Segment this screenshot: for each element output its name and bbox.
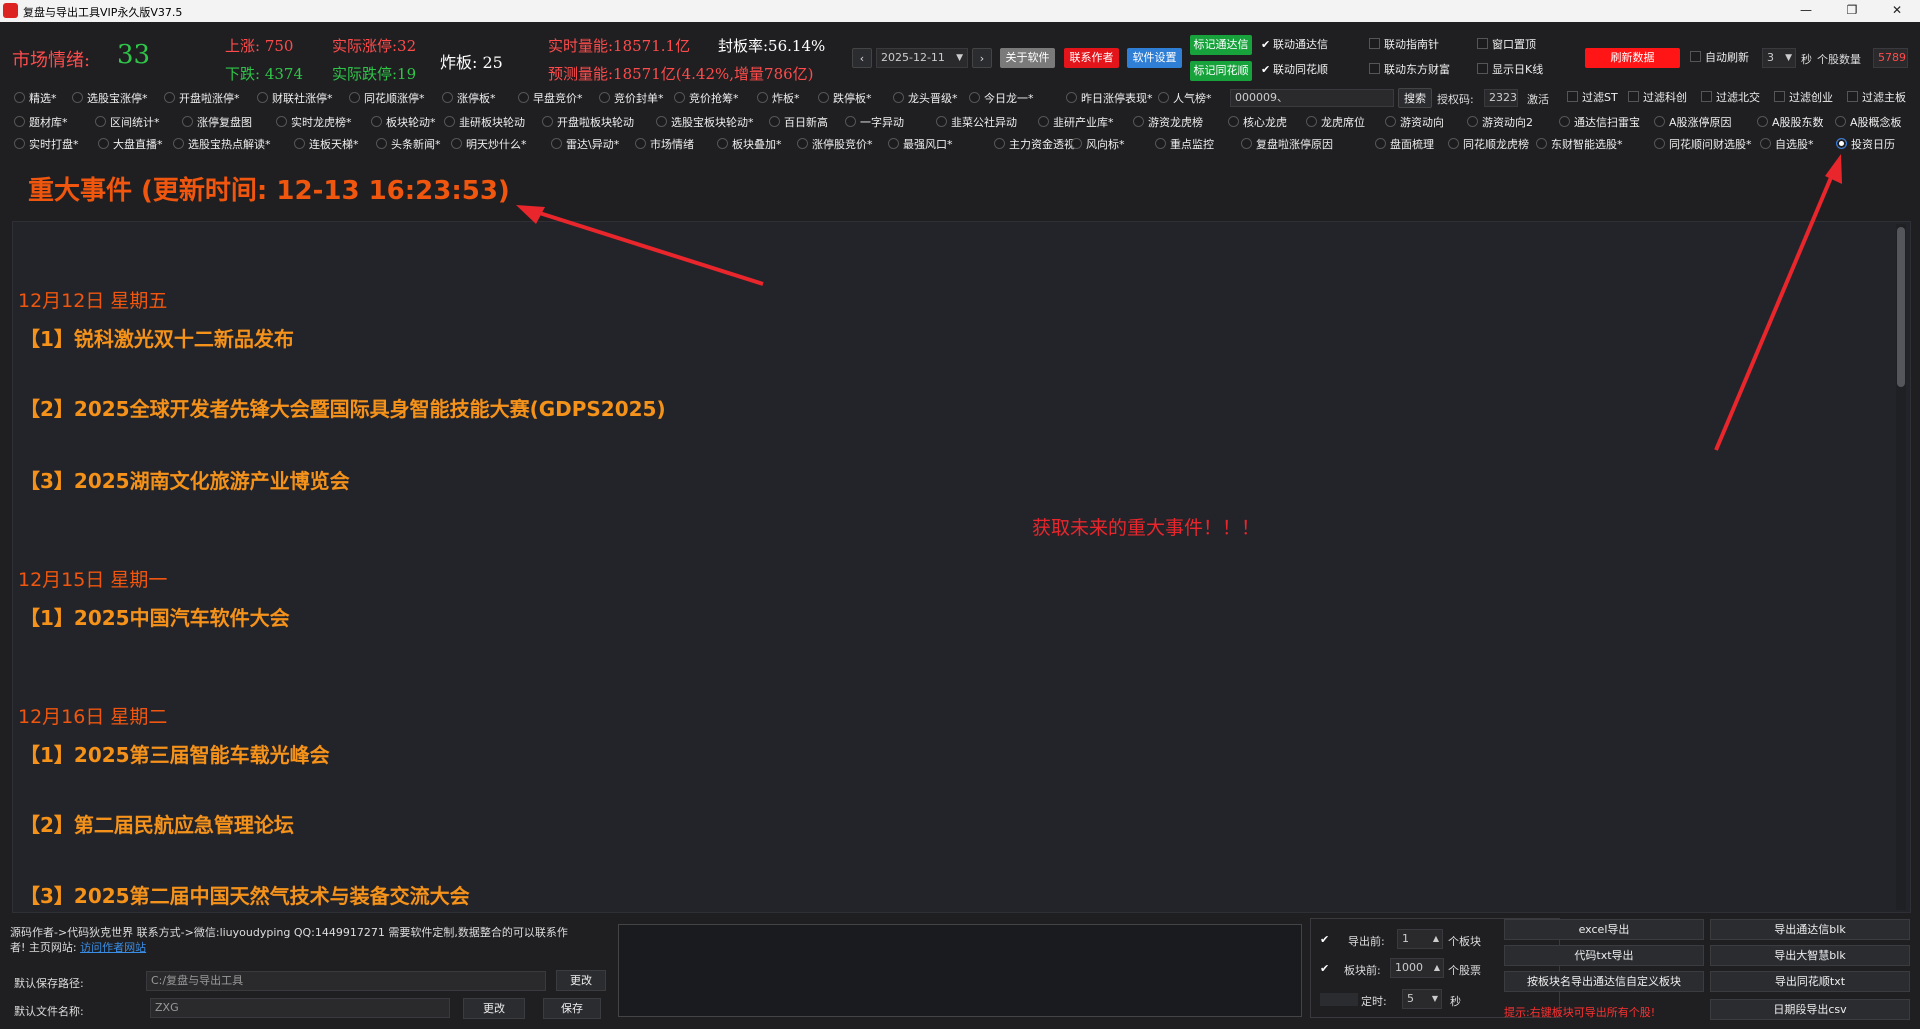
save-path-input[interactable]: C:/复盘与导出工具 xyxy=(146,971,546,991)
save-button[interactable]: 保存 xyxy=(543,998,601,1019)
export-top-input[interactable]: 1 ▲ xyxy=(1397,929,1443,949)
export-top-checkbox[interactable]: ✔ xyxy=(1320,932,1332,948)
change-name-button[interactable]: 更改 xyxy=(463,998,525,1019)
excel-export-button[interactable]: excel导出 xyxy=(1504,919,1704,940)
dzh-blk-export-button[interactable]: 导出大智慧blk xyxy=(1710,945,1910,966)
save-path-label: 默认保存路径: xyxy=(14,977,84,990)
author-website-link[interactable]: 访问作者网站 xyxy=(80,941,146,954)
timer-unit: 秒 xyxy=(1450,995,1461,1008)
block-top-value: 1000 xyxy=(1395,961,1423,974)
tdx-blk-export-button[interactable]: 导出通达信blk xyxy=(1710,919,1910,940)
ths-txt-export-button[interactable]: 导出同花顺txt xyxy=(1710,971,1910,992)
log-textarea[interactable] xyxy=(618,924,1302,1017)
block-top-label: 板块前: xyxy=(1344,964,1381,977)
export-top-label: 导出前: xyxy=(1348,935,1385,948)
spinner-icon: ▲ xyxy=(1433,963,1440,972)
arrow-icon xyxy=(516,205,764,286)
chevron-down-icon: ▼ xyxy=(1431,994,1438,1003)
code-txt-export-button[interactable]: 代码txt导出 xyxy=(1504,945,1704,966)
check-icon: ✔ xyxy=(1320,962,1330,975)
check-icon: ✔ xyxy=(1320,933,1330,946)
block-top-checkbox[interactable]: ✔ xyxy=(1320,961,1332,977)
hint-text: 提示:右键板块可导出所有个股! xyxy=(1504,1006,1656,1019)
export-top-value: 1 xyxy=(1402,932,1409,945)
file-name-label: 默认文件名称: xyxy=(14,1005,84,1018)
spinner-icon: ▲ xyxy=(1432,934,1439,943)
timer-label: 定时: xyxy=(1361,995,1387,1008)
timer-input[interactable]: 5 ▼ xyxy=(1402,989,1442,1009)
author-line-1: 源码作者->代码狄克世界 联系方式->微信:liuyoudyping QQ:14… xyxy=(10,926,568,939)
annotation-arrows xyxy=(516,154,1842,451)
arrow-icon xyxy=(1714,154,1842,451)
author-line-2: 者! 主页网站: xyxy=(10,941,81,954)
block-top-unit: 个股票 xyxy=(1448,964,1481,977)
author-info: 源码作者->代码狄克世界 联系方式->微信:liuyoudyping QQ:14… xyxy=(10,925,610,955)
timer-value: 5 xyxy=(1407,992,1414,1005)
file-name-input[interactable]: ZXG xyxy=(150,998,450,1018)
timer-checkbox[interactable] xyxy=(1320,993,1358,1006)
block-tdx-export-button[interactable]: 按板块名导出通达信自定义板块 xyxy=(1504,971,1704,992)
date-csv-export-button[interactable]: 日期段导出csv xyxy=(1710,999,1910,1020)
export-top-unit: 个板块 xyxy=(1448,935,1481,948)
change-path-button[interactable]: 更改 xyxy=(556,970,606,991)
block-top-input[interactable]: 1000 ▲ xyxy=(1390,958,1444,978)
